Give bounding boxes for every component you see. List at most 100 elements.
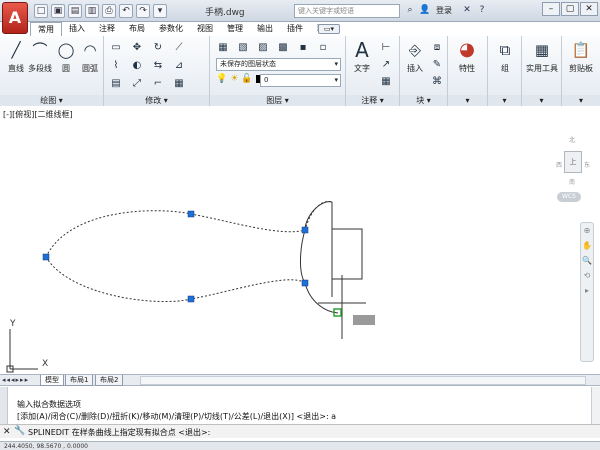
properties-tool[interactable]: ◕ 特性 <box>453 39 481 74</box>
grip-point[interactable] <box>42 253 50 261</box>
qat-print-icon[interactable]: ⎙ <box>102 4 116 18</box>
layer-isolate-icon[interactable]: ▧ <box>234 40 252 55</box>
command-window-grip[interactable] <box>0 387 8 424</box>
spline-upper[interactable] <box>45 201 333 258</box>
rectangle-icon[interactable]: ▭ <box>107 40 125 55</box>
rect-shape[interactable] <box>331 228 363 280</box>
layers-panel-label[interactable]: 图层 ▾ <box>210 95 345 106</box>
move-icon[interactable]: ✥ <box>128 40 146 55</box>
tab-view[interactable]: 视图 <box>190 22 220 36</box>
wcs-menu[interactable]: WCS <box>557 192 581 202</box>
tab-plugins[interactable]: 插件 <box>280 22 310 36</box>
lightbulb-icon[interactable]: 💡 <box>216 74 227 84</box>
drawing-canvas[interactable]: [-][俯视][二维线框] Y X 北 西 上 东 南 WCS ⊕ ✋ 🔍 ⟲ … <box>0 107 600 374</box>
stretch-icon[interactable]: ⤢ <box>128 76 146 91</box>
qat-saveas-icon[interactable]: ▥ <box>85 4 99 18</box>
group-tool[interactable]: ⧉ 组 <box>491 39 519 74</box>
cube-face-top[interactable]: 上 <box>564 151 582 173</box>
qat-undo-icon[interactable]: ↶ <box>119 4 133 18</box>
cube-east[interactable]: 东 <box>584 160 590 169</box>
block-panel-label[interactable]: 块 ▾ <box>400 95 447 106</box>
command-scrollbar[interactable] <box>591 387 600 424</box>
array-icon[interactable]: ▦ <box>170 76 188 91</box>
pan-icon[interactable]: ✋ <box>581 238 593 253</box>
horizontal-scrollbar[interactable] <box>140 376 586 385</box>
copy-icon[interactable]: ◐ <box>128 58 146 73</box>
sun-icon[interactable]: ☀ <box>230 74 238 84</box>
tab-home[interactable]: 常用 <box>30 22 62 36</box>
unlock-icon[interactable]: 🔓 <box>241 74 252 84</box>
cube-south[interactable]: 南 <box>569 177 575 186</box>
clipboard-panel-label[interactable]: ▾ <box>562 95 600 106</box>
tab-manage[interactable]: 管理 <box>220 22 250 36</box>
tab-layout1[interactable]: 布局1 <box>65 375 94 386</box>
rotate-icon[interactable]: ↻ <box>149 40 167 55</box>
table-icon[interactable]: ▦ <box>377 74 395 89</box>
cube-north[interactable]: 北 <box>569 135 575 144</box>
grip-point[interactable] <box>301 226 309 234</box>
layer-lock-icon[interactable]: ▪ <box>294 40 312 55</box>
hatch-icon[interactable]: ⌇ <box>107 58 125 73</box>
layer-off-icon[interactable]: ▩ <box>274 40 292 55</box>
cube-west[interactable]: 西 <box>556 160 562 169</box>
grip-point[interactable] <box>187 210 195 218</box>
polyline-tool[interactable]: ⌒ 多段线 <box>26 39 54 74</box>
draw-panel-label[interactable]: 绘图 ▾ <box>0 95 103 106</box>
group-panel-label[interactable]: ▾ <box>488 95 521 106</box>
attribute-icon[interactable]: ⌘ <box>428 74 446 89</box>
orbit-icon[interactable]: ⟲ <box>581 268 593 283</box>
showmotion-icon[interactable]: ▸ <box>581 283 593 298</box>
maximize-button[interactable]: ▢ <box>561 2 579 16</box>
coordinate-readout[interactable]: 244.4050, 98.5670 , 0.0000 <box>4 442 88 450</box>
gradient-icon[interactable]: ▤ <box>107 76 125 91</box>
leader-icon[interactable]: ↗ <box>377 57 395 72</box>
command-input[interactable]: ✕ 🔧 SPLINEDIT 在样条曲线上指定现有拟合点 <退出>: <box>0 424 600 438</box>
zoom-icon[interactable]: 🔍 <box>581 253 593 268</box>
clipboard-tool[interactable]: 📋 剪贴板 <box>564 39 598 74</box>
insert-tool[interactable]: ⎆ 插入 <box>401 39 429 74</box>
command-close-icon[interactable]: ✕ <box>3 427 11 437</box>
arc-tool[interactable]: ◠ 圆弧 <box>76 39 104 74</box>
dimension-icon[interactable]: ⊢ <box>377 40 395 55</box>
edit-block-icon[interactable]: ✎ <box>428 57 446 72</box>
command-customize-icon[interactable]: 🔧 <box>14 426 25 436</box>
search-icon[interactable]: ⌕ <box>404 4 416 16</box>
tab-insert[interactable]: 插入 <box>62 22 92 36</box>
fillet-icon[interactable]: ⊿ <box>170 58 188 73</box>
tab-model[interactable]: 模型 <box>40 375 64 386</box>
ribbon-minimize-button[interactable]: ▭▾ <box>318 24 340 34</box>
text-tool[interactable]: A 文字 <box>348 39 376 74</box>
mirror-icon[interactable]: ⇆ <box>149 58 167 73</box>
qat-redo-icon[interactable]: ↷ <box>136 4 150 18</box>
layer-dropdown[interactable]: 0 <box>260 74 341 87</box>
layer-match-icon[interactable]: ▫ <box>314 40 332 55</box>
spline-lower[interactable] <box>45 256 306 303</box>
properties-panel-label[interactable]: ▾ <box>448 95 487 106</box>
qat-new-icon[interactable]: □ <box>34 4 48 18</box>
grip-point[interactable] <box>301 279 309 287</box>
exchange-icon[interactable]: ✕ <box>461 4 473 16</box>
tab-annotate[interactable]: 注释 <box>92 22 122 36</box>
layout-tab-arrows[interactable]: ◂◂◂▸▸▸ <box>2 375 29 385</box>
tab-parametric[interactable]: 参数化 <box>152 22 190 36</box>
layer-state-dropdown[interactable]: 未保存的图层状态 <box>216 58 341 71</box>
minimize-button[interactable]: – <box>542 2 560 16</box>
scale-icon[interactable]: ⌐ <box>149 76 167 91</box>
qat-save-icon[interactable]: ▤ <box>68 4 82 18</box>
close-button[interactable]: ✕ <box>580 2 598 16</box>
layer-properties-icon[interactable]: ▦ <box>214 40 232 55</box>
modify-panel-label[interactable]: 修改 ▾ <box>104 95 209 106</box>
grip-point[interactable] <box>187 295 195 303</box>
utilities-tool[interactable]: ▦ 实用工具 <box>523 39 561 74</box>
qat-open-icon[interactable]: ▣ <box>51 4 65 18</box>
trim-icon[interactable]: ⟋ <box>170 40 188 55</box>
search-input[interactable]: 键入关键字或短语 <box>294 4 400 18</box>
steering-wheel-icon[interactable]: ⊕ <box>581 223 593 238</box>
qat-more-icon[interactable]: ▾ <box>153 4 167 18</box>
annotation-panel-label[interactable]: 注释 ▾ <box>346 95 399 106</box>
tab-layout2[interactable]: 布局2 <box>95 375 124 386</box>
tab-output[interactable]: 输出 <box>250 22 280 36</box>
login-link[interactable]: 登录 <box>436 5 452 16</box>
user-icon[interactable]: 👤 <box>419 4 431 16</box>
help-icon[interactable]: ? <box>476 4 488 16</box>
